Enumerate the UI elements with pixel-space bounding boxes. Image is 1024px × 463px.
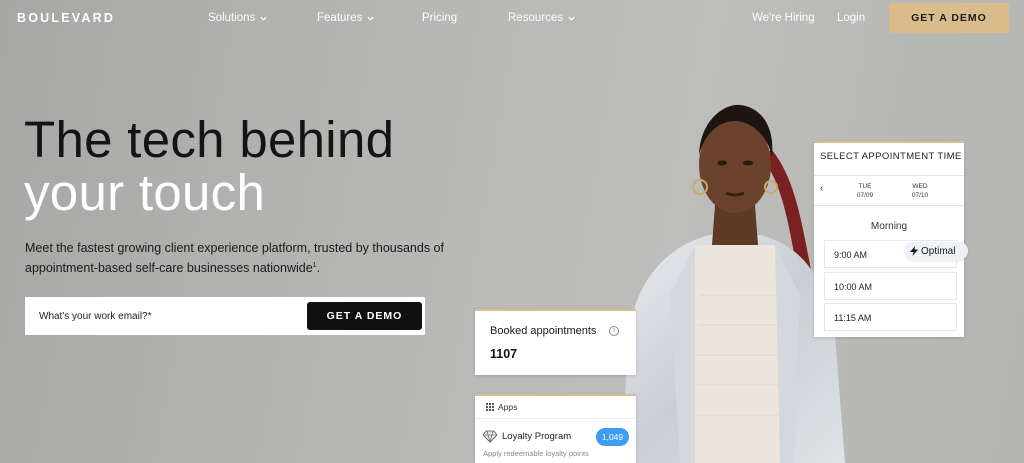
chevron-down-icon [367,16,375,21]
apps-header: Apps [486,402,517,412]
nav-features[interactable]: Features [317,12,375,24]
day-date: 07/09 [856,192,874,199]
loyalty-count-badge: 1,049 [596,428,629,446]
appointment-card-title: SELECT APPOINTMENT TIME [820,151,962,162]
booked-appointments-label: Booked appointments [490,325,597,337]
divider [814,175,964,176]
booked-appointments-card: Booked appointments i 1107 [475,309,636,375]
loyalty-description: Apply redeemable loyalty points [483,449,589,458]
email-signup-form: GET A DEMO [25,297,425,335]
nav-hiring-link[interactable]: We're Hiring [752,12,815,24]
work-email-input[interactable] [39,297,309,335]
boulevard-logo[interactable]: BOULEVARD [17,11,115,25]
time-slot[interactable]: 10:00 AM [824,272,957,300]
hero-headline: The tech behind your touch [24,113,394,219]
hero-headline-line2: your touch [24,164,266,221]
time-slot[interactable]: 11:15 AM [824,303,957,331]
booked-appointments-value: 1107 [490,347,518,361]
loyalty-program-name[interactable]: Loyalty Program [502,431,571,442]
divider [475,418,636,419]
chevron-down-icon [568,16,575,21]
hero-headline-line1: The tech behind [24,111,395,168]
grid-icon [486,403,494,411]
optimal-badge: Optimal [904,242,968,260]
nav-solutions-label: Solutions [208,12,256,24]
footnote-marker[interactable]: 1 [313,262,317,269]
chevron-left-icon[interactable]: ‹ [820,183,823,194]
nav-pricing-label: Pricing [422,12,458,24]
nav-solutions[interactable]: Solutions [208,12,268,24]
hero-get-demo-button[interactable]: GET A DEMO [307,302,422,330]
diamond-icon [483,430,497,443]
chevron-down-icon [260,16,267,21]
day-option[interactable]: WED 07/10 [909,182,931,200]
select-appointment-card: SELECT APPOINTMENT TIME ‹ TUE 07/09 WED … [814,141,964,337]
apps-card: Apps Loyalty Program 1,049 Apply redeema… [475,394,636,463]
nav-resources[interactable]: Resources [508,12,576,24]
nav-features-label: Features [317,12,363,24]
apps-header-label: Apps [498,402,518,412]
lightning-icon [910,246,918,256]
day-of-week: WED [912,183,928,190]
nav-get-demo-button[interactable]: GET A DEMO [889,3,1009,33]
info-icon[interactable]: i [609,326,619,336]
nav-resources-label: Resources [508,12,563,24]
nav-pricing[interactable]: Pricing [422,12,457,24]
day-date: 07/10 [911,192,929,199]
top-nav: BOULEVARD Solutions Features Pricing Res… [0,0,1024,36]
day-of-week: TUE [858,183,872,190]
hero-subtitle-text: Meet the fastest growing client experien… [25,241,444,276]
hero-subtitle: Meet the fastest growing client experien… [25,241,444,276]
optimal-label: Optimal [921,245,956,257]
nav-login-link[interactable]: Login [837,12,865,24]
day-option[interactable]: TUE 07/09 [854,182,876,200]
divider [814,205,964,206]
period-label: Morning [870,221,908,232]
